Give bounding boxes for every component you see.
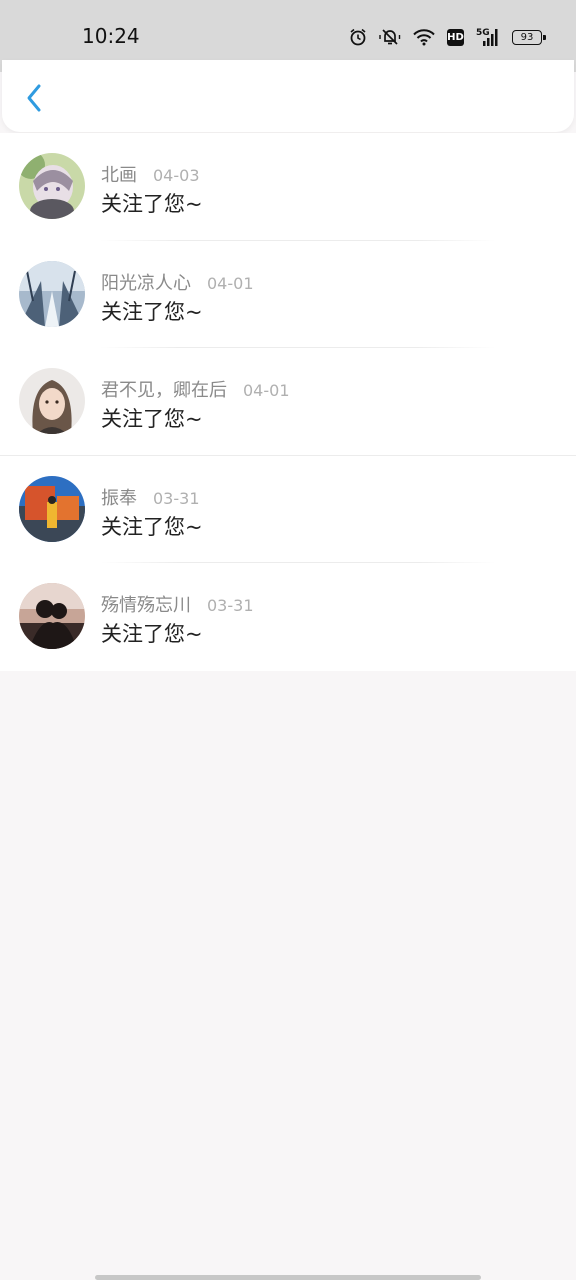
- home-indicator[interactable]: [95, 1275, 481, 1280]
- avatar[interactable]: [19, 368, 85, 435]
- header-bar: [2, 60, 574, 132]
- notification-message: 关注了您~: [101, 192, 203, 216]
- notification-message: 关注了您~: [101, 514, 203, 539]
- notification-date: 03-31: [153, 488, 200, 508]
- user-name[interactable]: 北画: [101, 161, 137, 187]
- user-name[interactable]: 殇情殇忘川: [101, 591, 191, 617]
- status-icons: HD 5G 93: [349, 26, 546, 48]
- user-name[interactable]: 君不见，卿在后: [101, 376, 227, 402]
- hd-icon: HD: [447, 28, 464, 46]
- avatar[interactable]: [19, 153, 85, 219]
- notification-message: 关注了您~: [101, 407, 203, 432]
- notification-list: 北画 04-03 关注了您~ 阳光凉人心 04-01 关注了您~ 君不见，卿在后…: [0, 133, 576, 671]
- avatar[interactable]: [19, 583, 85, 650]
- avatar[interactable]: [19, 475, 85, 542]
- notification-message: 关注了您~: [101, 299, 203, 324]
- notification-item[interactable]: 阳光凉人心 04-01 关注了您~: [0, 240, 576, 349]
- mute-bell-icon: [379, 29, 401, 45]
- avatar[interactable]: [19, 260, 85, 327]
- network-label: 5G: [476, 28, 490, 38]
- notification-item[interactable]: 殇情殇忘川 03-31 关注了您~: [0, 563, 576, 671]
- user-name[interactable]: 振奉: [101, 484, 137, 510]
- status-time: 10:24: [82, 24, 140, 48]
- chevron-left-icon: [27, 84, 41, 112]
- battery-icon: 93: [512, 29, 546, 45]
- alarm-icon: [350, 28, 366, 46]
- notification-date: 03-31: [207, 596, 254, 616]
- user-name[interactable]: 阳光凉人心: [101, 269, 191, 295]
- notification-message: 关注了您~: [101, 622, 203, 647]
- notification-date: 04-01: [207, 273, 254, 293]
- notification-date: 04-03: [153, 166, 200, 185]
- notification-item[interactable]: 君不见，卿在后 04-01 关注了您~: [0, 348, 576, 456]
- wifi-icon: [413, 28, 435, 45]
- notification-date: 04-01: [243, 381, 290, 401]
- signal-5g-icon: 5G: [476, 28, 498, 46]
- notification-item[interactable]: 北画 04-03 关注了您~: [0, 133, 576, 241]
- back-button[interactable]: [16, 80, 52, 116]
- notification-item[interactable]: 振奉 03-31 关注了您~: [0, 455, 576, 564]
